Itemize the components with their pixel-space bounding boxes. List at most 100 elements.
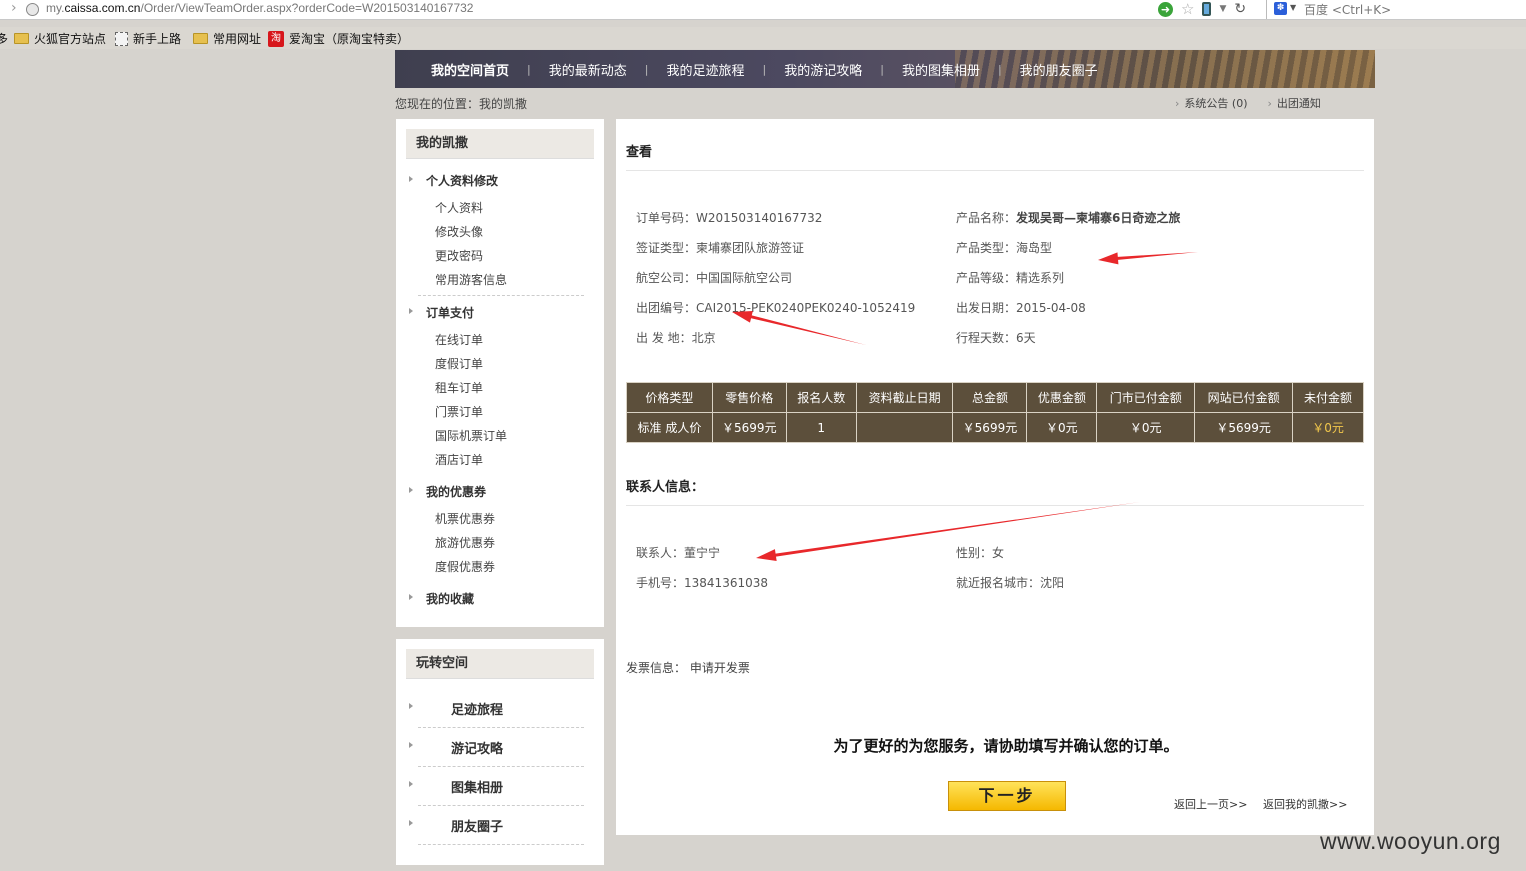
order-detail-panel: 查看 订单号码：W201503140167732 产品名称：发现吴哥—柬埔寨6日… (616, 119, 1374, 835)
reload-icon[interactable]: ↻ (1234, 1, 1246, 17)
search-placeholder[interactable]: 百度 <Ctrl+K> (1304, 1, 1391, 18)
table-cell: 标准 成人价 (626, 412, 713, 443)
sidebar-item-flight-coupons[interactable]: 机票优惠券 (435, 510, 495, 527)
sidebar-item-password[interactable]: 更改密码 (435, 247, 483, 264)
search-engine-dropdown-icon[interactable]: ▼ (1290, 3, 1296, 12)
bookmark-getting-started[interactable]: 新手上路 (115, 30, 181, 47)
visa-type: 签证类型：柬埔寨团队旅游签证 (636, 241, 805, 255)
chevron-right-icon: › (11, 0, 17, 16)
unpaid-amount: ￥0元 (1292, 412, 1364, 443)
nav-latest[interactable]: 我的最新动态 (531, 60, 645, 79)
sidebar-group-profile[interactable]: 个人资料修改 (408, 172, 498, 189)
bookmark-overflow[interactable]: 多 (0, 30, 8, 47)
baidu-paw-icon[interactable]: ✽ (1274, 2, 1287, 15)
bookmark-firefox-site[interactable]: 火狐官方站点 (14, 30, 106, 47)
sidebar-group-orders[interactable]: 订单支付 (408, 304, 474, 321)
sidebar-group-favorites[interactable]: 我的收藏 (408, 590, 474, 607)
next-step-button[interactable]: 下一步 (948, 781, 1066, 811)
breadcrumb: 您现在的位置：我的凯撒 (395, 97, 528, 111)
bookmark-aitaobao[interactable]: 淘爱淘宝（原淘宝特卖） (268, 30, 409, 47)
play-item-albums[interactable]: 图集相册 (408, 777, 503, 796)
table-header: 总金额 (952, 382, 1028, 413)
play-item-friends[interactable]: 朋友圈子 (408, 816, 503, 835)
table-cell: ￥5699元 (1194, 412, 1294, 443)
sidebar-play-space: 玩转空间 足迹旅程 游记攻略 图集相册 朋友圈子 (396, 639, 604, 865)
table-cell: ￥5699元 (711, 412, 787, 443)
departure-date: 出发日期：2015-04-08 (956, 301, 1086, 315)
divider (418, 295, 584, 296)
back-prev-link[interactable]: 返回上一页>> (1174, 796, 1247, 812)
bookmark-star-icon[interactable]: ☆ (1181, 1, 1194, 17)
url-text[interactable]: my.caissa.com.cn/Order/ViewTeamOrder.asp… (46, 1, 473, 15)
table-header: 未付金额 (1292, 382, 1364, 413)
nav-friends[interactable]: 我的朋友圈子 (1002, 60, 1116, 79)
table-header: 资料截止日期 (855, 382, 954, 413)
play-item-travel-notes[interactable]: 游记攻略 (408, 738, 503, 757)
product-grade: 产品等级：精选系列 (956, 271, 1065, 285)
nav-home[interactable]: 我的空间首页 (413, 60, 527, 79)
divider (418, 805, 584, 806)
sidebar-item-car-orders[interactable]: 租车订单 (435, 379, 483, 396)
sidebar-group-coupons[interactable]: 我的优惠券 (408, 483, 486, 500)
table-cell: ￥5699元 (952, 412, 1028, 443)
site-nav-bar: 我的空间首页 | 我的最新动态 | 我的足迹旅程 | 我的游记攻略 | 我的图集… (395, 50, 1375, 88)
divider (418, 844, 584, 845)
back-home-link[interactable]: 返回我的凯撒>> (1263, 796, 1347, 812)
sidebar-item-avatar[interactable]: 修改头像 (435, 223, 483, 240)
sidebar-item-flight-orders[interactable]: 国际机票订单 (435, 427, 507, 444)
group-number: 出团编号：CAI2015-PEK0240PEK0240-1052419 (636, 301, 916, 315)
page-title: 查看 (626, 145, 653, 160)
sidebar-item-travelers[interactable]: 常用游客信息 (435, 271, 507, 288)
bookmarks-toolbar: 多 火狐官方站点 新手上路 常用网址 淘爱淘宝（原淘宝特卖） (0, 27, 1526, 49)
go-arrow-icon[interactable]: ➜ (1158, 1, 1173, 17)
price-table: 价格类型 零售价格 报名人数 资料截止日期 总金额 优惠金额 门市已付金额 网站… (626, 382, 1364, 443)
sidebar-title: 玩转空间 (406, 649, 594, 679)
sidebar-item-online-orders[interactable]: 在线订单 (435, 331, 483, 348)
table-header: 门市已付金额 (1096, 382, 1196, 413)
table-cell (855, 412, 954, 443)
page-icon (115, 31, 128, 46)
sidebar-item-vacation-orders[interactable]: 度假订单 (435, 355, 483, 372)
search-box[interactable]: ✽ ▼ 百度 <Ctrl+K> (1266, 0, 1526, 19)
divider (418, 727, 584, 728)
address-bar[interactable]: › my.caissa.com.cn/Order/ViewTeamOrder.a… (0, 0, 1526, 20)
sidebar-item-vacation-coupons[interactable]: 度假优惠券 (435, 558, 495, 575)
system-notice-link[interactable]: 系统公告 (0) (1175, 95, 1247, 111)
watermark: www.wooyun.org (1320, 828, 1501, 854)
dropdown-arrow-icon[interactable]: ▼ (1219, 4, 1226, 14)
table-cell: ￥0元 (1096, 412, 1196, 443)
sidebar-item-ticket-orders[interactable]: 门票订单 (435, 403, 483, 420)
contact-heading: 联系人信息： (626, 480, 705, 495)
sidebar-item-travel-coupons[interactable]: 旅游优惠券 (435, 534, 495, 551)
bookmark-common-sites[interactable]: 常用网址 (193, 30, 261, 47)
nav-travel-notes[interactable]: 我的游记攻略 (766, 60, 880, 79)
trip-days: 行程天数：6天 (956, 331, 1036, 345)
nav-footprints[interactable]: 我的足迹旅程 (648, 60, 762, 79)
group-notice-link[interactable]: 出团通知 (1267, 95, 1321, 111)
folder-icon (14, 33, 29, 44)
table-header: 零售价格 (711, 382, 787, 413)
taobao-icon: 淘 (268, 30, 284, 47)
invoice-info: 发票信息： 申请开发票 (626, 661, 750, 675)
table-header: 报名人数 (785, 382, 857, 413)
table-header: 网站已付金额 (1194, 382, 1294, 413)
divider (626, 505, 1364, 506)
invoice-link[interactable]: 申请开发票 (690, 661, 750, 675)
table-row: 标准 成人价 ￥5699元 1 ￥5699元 ￥0元 ￥0元 ￥5699元 ￥0… (626, 412, 1364, 443)
divider (626, 170, 1364, 171)
table-header: 价格类型 (626, 382, 713, 413)
sidebar-item-hotel-orders[interactable]: 酒店订单 (435, 451, 483, 468)
contact-phone: 手机号：13841361038 (636, 576, 768, 590)
play-item-footprints[interactable]: 足迹旅程 (408, 699, 503, 718)
confirm-prompt: 为了更好的为您服务，请协助填写并确认您的订单。 (833, 737, 1179, 755)
sidebar-title: 我的凯撒 (406, 129, 594, 159)
sidebar-item-profile[interactable]: 个人资料 (435, 199, 483, 216)
contact-name: 联系人：董宁宁 (636, 546, 721, 560)
sidebar-my-caissa: 我的凯撒 个人资料修改 个人资料 修改头像 更改密码 常用游客信息 订单支付 在… (396, 119, 604, 627)
airline: 航空公司：中国国际航空公司 (636, 271, 793, 285)
order-number: 订单号码：W201503140167732 (636, 211, 823, 225)
divider (418, 766, 584, 767)
contact-city: 就近报名城市：沈阳 (956, 576, 1065, 590)
phone-icon[interactable] (1202, 2, 1212, 16)
nav-albums[interactable]: 我的图集相册 (884, 60, 998, 79)
